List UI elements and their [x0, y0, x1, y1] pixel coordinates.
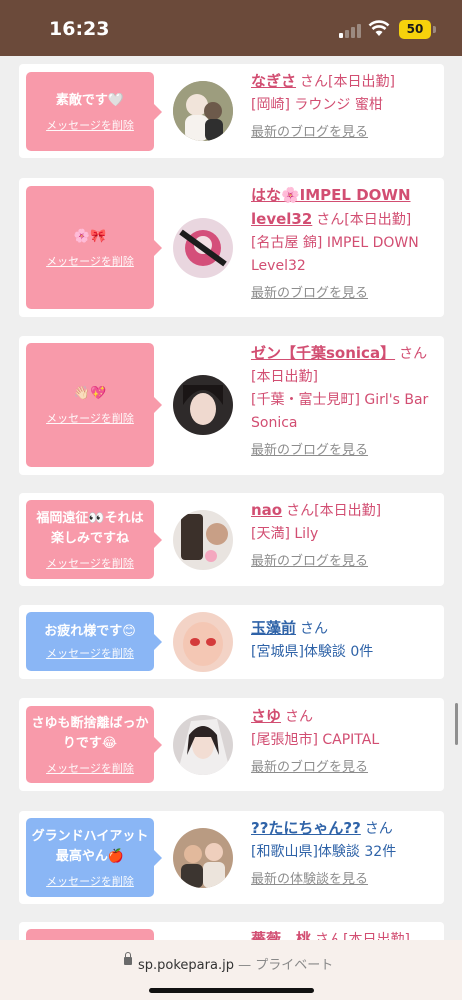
status-text: [本日出勤]	[344, 212, 412, 228]
lock-icon	[124, 952, 132, 965]
message-card: 薔薇 桃さん[本日出勤]	[19, 922, 444, 940]
message-bubble: 🌸🎀 メッセージを削除	[26, 186, 162, 309]
message-text: 👋🏻💖	[73, 386, 107, 401]
message-text: グランドハイアット最高やん🍎	[31, 828, 149, 864]
user-info: nao さん[本日出勤] [天満] Lily 最新のブログを見る	[251, 499, 441, 573]
message-card: 福岡遠征👀それは楽しみですね メッセージを削除 nao さん[本日出勤] [天満]…	[19, 493, 444, 586]
avatar[interactable]	[173, 81, 233, 141]
shop-text: [天満] Lily	[251, 526, 319, 542]
user-info: はな🌸IMPEL DOWN level32 さん[本日出勤] [名古屋 錦] IM…	[251, 184, 441, 305]
delete-message-link[interactable]: メッセージを削除	[46, 760, 134, 776]
status-text: [本日出勤]	[251, 369, 318, 385]
avatar-image	[173, 612, 233, 672]
avatar-image	[173, 375, 233, 435]
private-mode-label: プライベート	[255, 958, 334, 973]
status-text: [本日出勤]	[343, 932, 410, 940]
message-text: さゆも断捨離ばっかりです😂	[31, 715, 149, 751]
user-name-link[interactable]: 薔薇 桃	[251, 930, 311, 940]
delete-message-link[interactable]: メッセージを削除	[46, 410, 134, 426]
review-link[interactable]: 最新の体験談を見る	[251, 868, 441, 891]
blog-link[interactable]: 最新のブログを見る	[251, 439, 441, 462]
honorific: さん	[316, 212, 345, 228]
message-bubble: さゆも断捨離ばっかりです😂 メッセージを削除	[26, 706, 162, 783]
message-card: 👋🏻💖 メッセージを削除 ゼン【千葉sonica】 さん [本日出勤] [千葉・富…	[19, 336, 444, 475]
shop-text: [千葉・富士見町] Girl's Bar Sonica	[251, 392, 429, 431]
message-bubble	[26, 929, 154, 940]
avatar[interactable]	[173, 828, 233, 888]
blog-link[interactable]: 最新のブログを見る	[251, 550, 441, 573]
user-name-link[interactable]: nao	[251, 501, 282, 519]
honorific: さん	[364, 821, 393, 837]
user-name-link[interactable]: ??たにちゃん??	[251, 819, 361, 837]
message-feed[interactable]: 素敵です🤍 メッセージを削除 なぎさ さん[本日出勤] [岡崎] ラウンジ 蜜柑 …	[0, 56, 462, 940]
honorific: さん	[315, 932, 344, 940]
shop-text: [岡崎] ラウンジ 蜜柑	[251, 97, 383, 113]
user-info: さゆ さん [尾張旭市] CAPITAL 最新のブログを見る	[251, 705, 441, 779]
battery-icon: 50	[399, 20, 431, 39]
review-count-text: [和歌山県]体験談 32件	[251, 844, 397, 860]
url-display[interactable]: sp.pokepara.jp — プライベート	[138, 954, 333, 973]
user-info: ゼン【千葉sonica】 さん [本日出勤] [千葉・富士見町] Girl's B…	[251, 342, 441, 462]
status-time: 16:23	[49, 18, 110, 40]
avatar[interactable]	[173, 715, 233, 775]
cellular-signal-icon	[339, 22, 361, 38]
message-bubble: グランドハイアット最高やん🍎 メッセージを削除	[26, 818, 162, 897]
avatar[interactable]	[173, 612, 233, 672]
review-count-text: [宮城県]体験談 0件	[251, 644, 374, 660]
url-separator: —	[238, 958, 252, 973]
message-text: 🌸🎀	[73, 228, 107, 244]
wifi-icon	[368, 20, 390, 36]
message-card: さゆも断捨離ばっかりです😂 メッセージを削除 さゆ さん [尾張旭市] CAPIT…	[19, 698, 444, 791]
shop-text: [尾張旭市] CAPITAL	[251, 732, 380, 748]
blog-link[interactable]: 最新のブログを見る	[251, 282, 441, 305]
honorific: さん	[286, 503, 315, 519]
user-info: 薔薇 桃さん[本日出勤]	[251, 928, 441, 940]
shop-text: [名古屋 錦] IMPEL DOWN Level32	[251, 235, 419, 274]
avatar-image	[173, 828, 233, 888]
honorific: さん	[399, 346, 428, 362]
battery-tip	[433, 26, 436, 33]
delete-message-link[interactable]: メッセージを削除	[46, 117, 134, 133]
avatar-image	[173, 218, 233, 278]
user-name-link[interactable]: なぎさ	[251, 72, 296, 90]
url-domain: sp.pokepara.jp	[138, 958, 234, 973]
home-indicator[interactable]	[149, 988, 314, 993]
message-bubble: お疲れ様です😊 メッセージを削除	[26, 612, 162, 671]
blog-link[interactable]: 最新のブログを見る	[251, 121, 441, 144]
message-card: 素敵です🤍 メッセージを削除 なぎさ さん[本日出勤] [岡崎] ラウンジ 蜜柑 …	[19, 64, 444, 158]
avatar[interactable]	[173, 510, 233, 570]
user-info: 玉藻前 さん [宮城県]体験談 0件	[251, 617, 441, 664]
delete-message-link[interactable]: メッセージを削除	[46, 555, 134, 571]
scrollbar[interactable]	[455, 703, 458, 745]
status-text: [本日出勤]	[328, 74, 395, 90]
message-card: 🌸🎀 メッセージを削除 はな🌸IMPEL DOWN level32 さん[本日出勤…	[19, 178, 444, 317]
message-bubble: 素敵です🤍 メッセージを削除	[26, 72, 162, 151]
message-bubble: 福岡遠征👀それは楽しみですね メッセージを削除	[26, 500, 162, 579]
honorific: さん	[300, 621, 329, 637]
message-text: お疲れ様です😊	[44, 624, 136, 639]
delete-message-link[interactable]: メッセージを削除	[46, 645, 134, 661]
avatar-image	[173, 81, 233, 141]
honorific: さん	[285, 709, 314, 725]
user-name-link[interactable]: さゆ	[251, 707, 281, 725]
status-bar: 16:23 50	[0, 0, 462, 56]
message-card: グランドハイアット最高やん🍎 メッセージを削除 ??たにちゃん?? さん [和歌山…	[19, 811, 444, 904]
message-text: 素敵です🤍	[55, 92, 125, 108]
message-text: 福岡遠征👀それは楽しみですね	[36, 510, 144, 546]
user-info: なぎさ さん[本日出勤] [岡崎] ラウンジ 蜜柑 最新のブログを見る	[251, 70, 441, 144]
avatar[interactable]	[173, 218, 233, 278]
avatar[interactable]	[173, 375, 233, 435]
avatar-image	[173, 510, 233, 570]
delete-message-link[interactable]: メッセージを削除	[46, 873, 134, 889]
blog-link[interactable]: 最新のブログを見る	[251, 756, 441, 779]
user-info: ??たにちゃん?? さん [和歌山県]体験談 32件 最新の体験談を見る	[251, 817, 441, 891]
avatar-image	[173, 715, 233, 775]
user-name-link[interactable]: ゼン【千葉sonica】	[251, 344, 395, 362]
honorific: さん	[300, 74, 329, 90]
user-name-link[interactable]: 玉藻前	[251, 619, 296, 637]
message-bubble: 👋🏻💖 メッセージを削除	[26, 343, 162, 467]
status-text: [本日出勤]	[314, 503, 382, 519]
delete-message-link[interactable]: メッセージを削除	[46, 253, 134, 269]
message-card: お疲れ様です😊 メッセージを削除 玉藻前 さん [宮城県]体験談 0件	[19, 605, 444, 679]
